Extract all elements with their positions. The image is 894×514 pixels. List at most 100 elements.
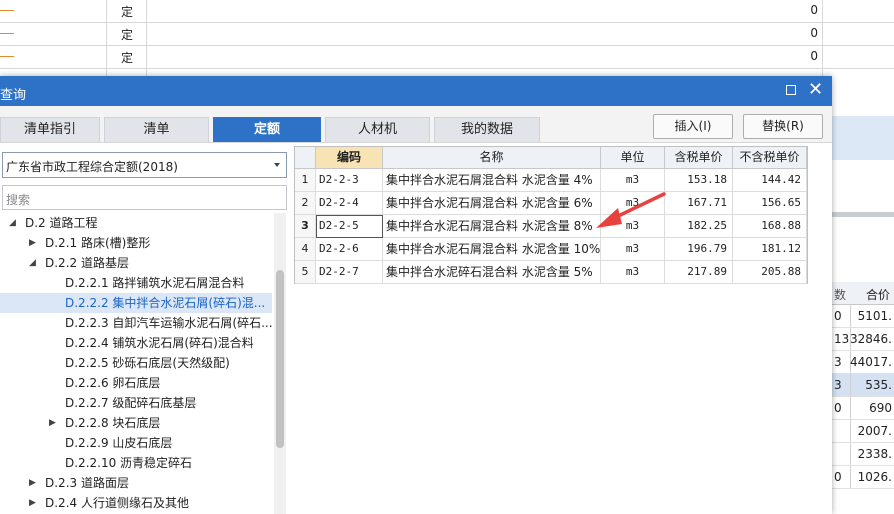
- cell-code[interactable]: D2-2-7: [316, 261, 383, 284]
- tree-item[interactable]: D.2.2.3 自卸汽车运输水泥石屑(碎石...: [0, 313, 272, 333]
- tree-item[interactable]: ▶ D.2.3 道路面层: [0, 473, 272, 493]
- quota-library-select[interactable]: 广东省市政工程综合定额(2018): [2, 152, 287, 178]
- cell-code[interactable]: D2-2-4: [316, 192, 383, 215]
- cell-notax-price[interactable]: 168.88: [733, 215, 807, 238]
- bg-row[interactable]: 定 0: [0, 23, 894, 46]
- bg-table-row[interactable]: 2338.: [832, 443, 894, 466]
- tree-item[interactable]: D.2.2.10 沥青稳定碎石: [0, 453, 272, 473]
- cell-name[interactable]: 集中拌合水泥石屑混合料 水泥含量 4%: [383, 169, 601, 192]
- tree-item[interactable]: ▶ D.2.1 路床(槽)整形: [0, 233, 272, 253]
- tree-item[interactable]: ◢ D.2 道路工程: [0, 213, 272, 233]
- tree-item[interactable]: D.2.2.5 砂砾石底层(天然级配): [0, 353, 272, 373]
- bg-qty: 0: [810, 26, 818, 40]
- query-dialog: 查询 ✕ 清单指引 清单 定额 人材机 我的数据 插入(I) 替换(R) 广东省…: [0, 76, 832, 514]
- cell-unit[interactable]: m3: [601, 261, 665, 284]
- cell-notax-price[interactable]: 156.65: [733, 192, 807, 215]
- bg-unit: 定: [120, 5, 133, 19]
- bg-table-row[interactable]: 0 690: [832, 397, 894, 420]
- maximize-icon[interactable]: [786, 85, 796, 95]
- row-number: 5: [295, 261, 316, 284]
- cell-code-focused[interactable]: D2-2-5: [316, 215, 383, 238]
- bg-qty: 0: [810, 49, 818, 63]
- quota-library-value: 广东省市政工程综合定额(2018): [6, 160, 178, 174]
- bg-table-row[interactable]: 13 32846.: [832, 328, 894, 351]
- bg-table-row[interactable]: 2007.: [832, 420, 894, 443]
- tree-item[interactable]: ▶ D.2.2.8 块石底层: [0, 413, 272, 433]
- dialog-titlebar[interactable]: 查询 ✕: [0, 76, 832, 106]
- chevron-down-icon[interactable]: [274, 163, 280, 167]
- cell-tax-price[interactable]: 217.89: [665, 261, 733, 284]
- col-header-code[interactable]: 编码: [316, 147, 383, 169]
- tree-collapse-icon[interactable]: ◢: [9, 213, 16, 233]
- cell-notax-price[interactable]: 205.88: [733, 261, 807, 284]
- cell-code[interactable]: D2-2-3: [316, 169, 383, 192]
- bg-qty: 0: [810, 3, 818, 17]
- tree-scroll-thumb[interactable]: [276, 270, 284, 448]
- search-placeholder: 搜索: [6, 193, 31, 207]
- cell-name[interactable]: 集中拌合水泥石屑混合料 水泥含量 8%: [383, 215, 601, 238]
- dialog-title: 查询: [0, 88, 27, 103]
- col-header-name[interactable]: 名称: [383, 147, 601, 169]
- tree-scrollbar[interactable]: [274, 213, 286, 514]
- row-number: 4: [295, 238, 316, 261]
- tree-item[interactable]: D.2.2.1 路拌铺筑水泥石屑混合料: [0, 273, 272, 293]
- bg-unit: 定: [120, 51, 133, 65]
- cell-unit[interactable]: m3: [601, 238, 665, 261]
- insert-button[interactable]: 插入(I): [653, 114, 733, 139]
- tab-bill-guide[interactable]: 清单指引: [0, 117, 100, 142]
- tree-item[interactable]: ▶ D.2.4 人行道侧缘石及其他: [0, 493, 272, 513]
- bg-dash-icon: [0, 10, 14, 11]
- tree-expand-icon[interactable]: ▶: [29, 473, 36, 493]
- search-input[interactable]: 搜索: [2, 185, 287, 210]
- bg-header-total: 合价: [866, 288, 891, 302]
- row-number: 1: [295, 169, 316, 192]
- tab-quota[interactable]: 定额: [213, 117, 321, 142]
- quota-grid: 编码 名称 单位 含税单价 不含税单价 1 D2-2-3 集中拌合水泥石屑混合料…: [294, 146, 808, 284]
- bg-row[interactable]: 定 0: [0, 0, 894, 23]
- tree-item-selected[interactable]: D.2.2.2 集中拌合水泥石屑(碎石)混...: [0, 293, 272, 313]
- cell-tax-price[interactable]: 182.25: [665, 215, 733, 238]
- cell-name[interactable]: 集中拌合水泥碎石混合料 水泥含量 5%: [383, 261, 601, 284]
- col-header-unit[interactable]: 单位: [601, 147, 665, 169]
- close-icon[interactable]: ✕: [808, 79, 823, 101]
- col-header-tax-price[interactable]: 含税单价: [665, 147, 733, 169]
- tree-item[interactable]: D.2.2.6 卵石底层: [0, 373, 272, 393]
- tree-item[interactable]: ◢ D.2.2 道路基层: [0, 253, 272, 273]
- row-number: 2: [295, 192, 316, 215]
- cell-notax-price[interactable]: 144.42: [733, 169, 807, 192]
- annotation-arrow-icon: [596, 192, 666, 228]
- cell-tax-price[interactable]: 167.71: [665, 192, 733, 215]
- background-sheet: 定 0 定 0 定 0: [0, 0, 894, 76]
- replace-button[interactable]: 替换(R): [743, 114, 823, 139]
- bg-unit: 定: [120, 28, 133, 42]
- tab-labor-material[interactable]: 人材机: [325, 117, 430, 142]
- cell-tax-price[interactable]: 153.18: [665, 169, 733, 192]
- bg-table-row[interactable]: 3 535.: [832, 374, 894, 397]
- bg-table-row[interactable]: 3 44017.: [832, 351, 894, 374]
- tab-bill[interactable]: 清单: [104, 117, 209, 142]
- bg-dash-icon: [0, 56, 14, 57]
- cell-code[interactable]: D2-2-6: [316, 238, 383, 261]
- cell-notax-price[interactable]: 181.12: [733, 238, 807, 261]
- tab-my-data[interactable]: 我的数据: [434, 117, 540, 142]
- cell-name[interactable]: 集中拌合水泥石屑混合料 水泥含量 6%: [383, 192, 601, 215]
- tree-expand-icon[interactable]: ▶: [49, 413, 56, 433]
- tree-item[interactable]: D.2.2.9 山皮石底层: [0, 433, 272, 453]
- bg-header-partial: 数: [834, 288, 847, 302]
- bg-table-header: 数 合价: [832, 282, 894, 305]
- bg-splitter[interactable]: [832, 212, 894, 217]
- col-header-notax-price[interactable]: 不含税单价: [733, 147, 807, 169]
- tree-item[interactable]: D.2.2.7 级配碎石底基层: [0, 393, 272, 413]
- background-right-panel: 数 合价 0 5101. 13 32846. 3 44017. 3 535. 0 690 …: [832, 76, 894, 514]
- row-number: 3: [295, 215, 316, 238]
- tree-expand-icon[interactable]: ▶: [29, 493, 36, 513]
- bg-table-row[interactable]: 0 1026.: [832, 466, 894, 489]
- tree-item[interactable]: D.2.2.4 铺筑水泥石屑(碎石)混合料: [0, 333, 272, 353]
- tree-collapse-icon[interactable]: ◢: [29, 253, 36, 273]
- bg-row[interactable]: 定 0: [0, 46, 894, 69]
- bg-table-row[interactable]: 0 5101.: [832, 305, 894, 328]
- cell-tax-price[interactable]: 196.79: [665, 238, 733, 261]
- quota-tree: ◢ D.2 道路工程 ▶ D.2.1 路床(槽)整形 ◢ D.2.2 道路基层 …: [0, 213, 272, 514]
- tree-expand-icon[interactable]: ▶: [29, 233, 36, 253]
- cell-name[interactable]: 集中拌合水泥石屑混合料 水泥含量 10%: [383, 238, 601, 261]
